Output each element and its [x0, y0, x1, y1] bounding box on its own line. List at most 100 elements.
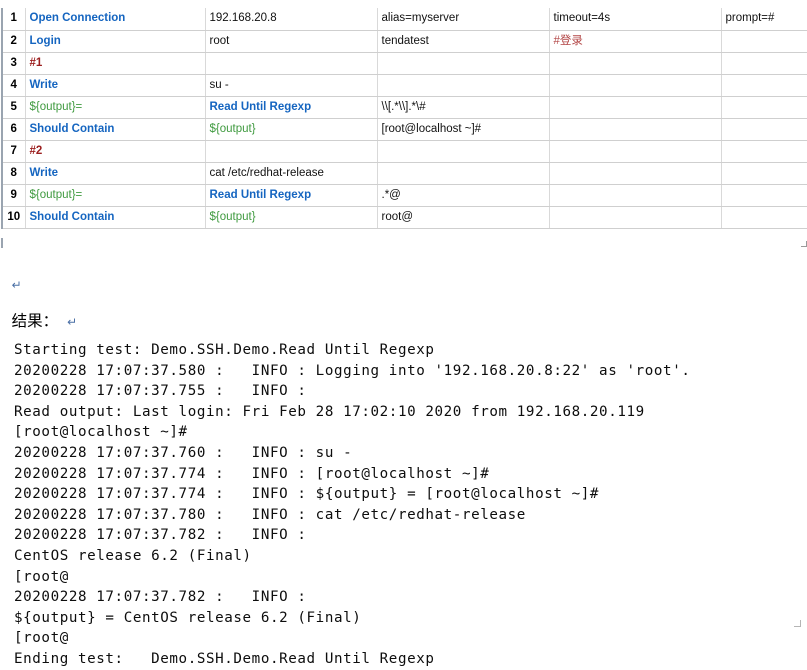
argument-cell-3[interactable]: #登录 — [549, 30, 722, 53]
argument-cell-2[interactable]: \\[.*\\].*\# — [377, 96, 550, 119]
argument-cell-1[interactable]: ${output} — [205, 206, 378, 229]
cell-text: ${output}= — [29, 100, 83, 113]
cell-text: 192.168.20.8 — [209, 12, 277, 25]
page-corner-mark — [794, 620, 801, 627]
argument-cell-1[interactable] — [205, 52, 378, 75]
console-line: [root@localhost ~]# — [14, 424, 188, 441]
cell-text: #1 — [29, 56, 43, 69]
console-line: Read output: Last login: Fri Feb 28 17:0… — [14, 403, 645, 420]
argument-cell-2[interactable]: alias=myserver — [377, 8, 550, 31]
console-line: Starting test: Demo.SSH.Demo.Read Until … — [14, 342, 435, 358]
argument-cell-3[interactable] — [549, 184, 722, 207]
console-line: 20200228 17:07:37.782 : INFO : — [14, 527, 307, 544]
argument-cell-3[interactable] — [549, 96, 722, 119]
argument-cell-4[interactable] — [721, 162, 807, 185]
keyword-cell[interactable]: Login — [25, 30, 206, 53]
console-line: CentOS release 6.2 (Final) — [14, 547, 252, 564]
test-steps-table[interactable]: 1 Open Connection 192.168.20.8 alias=myserv… — [1, 8, 807, 229]
table-row[interactable]: 8 Write cat /etc/redhat-release — [1, 162, 807, 185]
argument-cell-1[interactable]: Read Until Regexp — [205, 96, 378, 119]
table-row[interactable]: 9 ${output}= Read Until Regexp .*@ — [1, 184, 807, 207]
cell-text: Read Until Regexp — [209, 188, 312, 201]
cell-text: Write — [29, 166, 59, 179]
cell-text: cat /etc/redhat-release — [209, 166, 324, 179]
argument-cell-3[interactable] — [549, 52, 722, 75]
table-row[interactable]: 10 Should Contain ${output} root@ — [1, 206, 807, 229]
argument-cell-3[interactable] — [549, 162, 722, 185]
argument-cell-3[interactable]: timeout=4s — [549, 8, 722, 31]
table-row[interactable]: 4 Write su - — [1, 74, 807, 97]
console-line: 20200228 17:07:37.774 : INFO : [root@loc… — [14, 465, 490, 482]
row-number: 6 — [1, 118, 26, 141]
row-number: 4 — [1, 74, 26, 97]
argument-cell-4[interactable] — [721, 118, 807, 141]
console-line: [root@ — [14, 630, 69, 647]
console-line: 20200228 17:07:37.755 : INFO : — [14, 383, 307, 400]
row-number: 3 — [1, 52, 26, 75]
argument-cell-2[interactable] — [377, 140, 550, 163]
argument-cell-4[interactable] — [721, 52, 807, 75]
argument-cell-1[interactable]: su - — [205, 74, 378, 97]
console-line: 20200228 17:07:37.760 : INFO : su - — [14, 444, 353, 461]
argument-cell-2[interactable] — [377, 52, 550, 75]
argument-cell-4[interactable] — [721, 30, 807, 53]
argument-cell-4[interactable] — [721, 96, 807, 119]
keyword-cell[interactable]: ${output}= — [25, 184, 206, 207]
argument-cell-1[interactable]: cat /etc/redhat-release — [205, 162, 378, 185]
argument-cell-4[interactable] — [721, 206, 807, 229]
table-row[interactable]: 1 Open Connection 192.168.20.8 alias=myserv… — [1, 8, 807, 31]
console-line: 20200228 17:07:37.774 : INFO : ${output}… — [14, 486, 600, 503]
argument-cell-2[interactable]: .*@ — [377, 184, 550, 207]
row-number: 5 — [1, 96, 26, 119]
argument-cell-1[interactable]: ${output} — [205, 118, 378, 141]
cell-text: alias=myserver — [381, 12, 460, 25]
keyword-cell[interactable]: Should Contain — [25, 118, 206, 141]
cell-text: root — [209, 34, 230, 47]
argument-cell-2[interactable] — [377, 74, 550, 97]
argument-cell-2[interactable]: root@ — [377, 206, 550, 229]
argument-cell-3[interactable] — [549, 140, 722, 163]
keyword-cell[interactable]: ${output}= — [25, 96, 206, 119]
argument-cell-1[interactable]: root — [205, 30, 378, 53]
console-line: 20200228 17:07:37.580 : INFO : Logging i… — [14, 362, 691, 379]
argument-cell-1[interactable] — [205, 140, 378, 163]
argument-cell-2[interactable]: [root@localhost ~]# — [377, 118, 550, 141]
cell-text: \\[.*\\].*\# — [381, 100, 426, 113]
table-row[interactable]: 7 #2 — [1, 140, 807, 163]
cell-text: Read Until Regexp — [209, 100, 312, 113]
keyword-cell[interactable]: Write — [25, 74, 206, 97]
console-line: Ending test: Demo.SSH.Demo.Read Until Re… — [14, 650, 435, 667]
console-line: 20200228 17:07:37.780 : INFO : cat /etc/… — [14, 506, 526, 523]
table-row[interactable]: 2 Login root tendatest #登录 — [1, 30, 807, 53]
argument-cell-4[interactable] — [721, 184, 807, 207]
test-steps-body: 1 Open Connection 192.168.20.8 alias=myserv… — [1, 8, 807, 229]
row-number: 10 — [1, 206, 26, 229]
argument-cell-3[interactable] — [549, 74, 722, 97]
keyword-cell[interactable]: #1 — [25, 52, 206, 75]
keyword-cell[interactable]: Should Contain — [25, 206, 206, 229]
keyword-cell[interactable]: Open Connection — [25, 8, 206, 31]
argument-cell-2[interactable] — [377, 162, 550, 185]
argument-cell-3[interactable] — [549, 118, 722, 141]
console-line: 20200228 17:07:37.782 : INFO : — [14, 589, 307, 606]
table-row[interactable]: 5 ${output}= Read Until Regexp \\[.*\\].*\# — [1, 96, 807, 119]
argument-cell-1[interactable]: 192.168.20.8 — [205, 8, 378, 31]
cell-text: root@ — [381, 210, 414, 223]
table-row[interactable]: 3 #1 — [1, 52, 807, 75]
argument-cell-3[interactable] — [549, 206, 722, 229]
table-row[interactable]: 6 Should Contain ${output} [root@localhost … — [1, 118, 807, 141]
argument-cell-4[interactable] — [721, 140, 807, 163]
cell-text: Should Contain — [29, 210, 115, 223]
keyword-cell[interactable]: Write — [25, 162, 206, 185]
keyword-cell[interactable]: #2 — [25, 140, 206, 163]
argument-cell-4[interactable] — [721, 74, 807, 97]
argument-cell-1[interactable]: Read Until Regexp — [205, 184, 378, 207]
console-line: [root@ — [14, 568, 69, 585]
cell-text: #2 — [29, 144, 43, 157]
console-log-output: Starting test: Demo.SSH.Demo.Read Until … — [14, 340, 804, 670]
cell-text: timeout=4s — [553, 12, 611, 25]
argument-cell-2[interactable]: tendatest — [377, 30, 550, 53]
cell-text: Open Connection — [29, 12, 126, 25]
test-case-grid[interactable]: 1 Open Connection 192.168.20.8 alias=myserv… — [0, 8, 807, 229]
argument-cell-4[interactable]: prompt=# — [721, 8, 807, 31]
